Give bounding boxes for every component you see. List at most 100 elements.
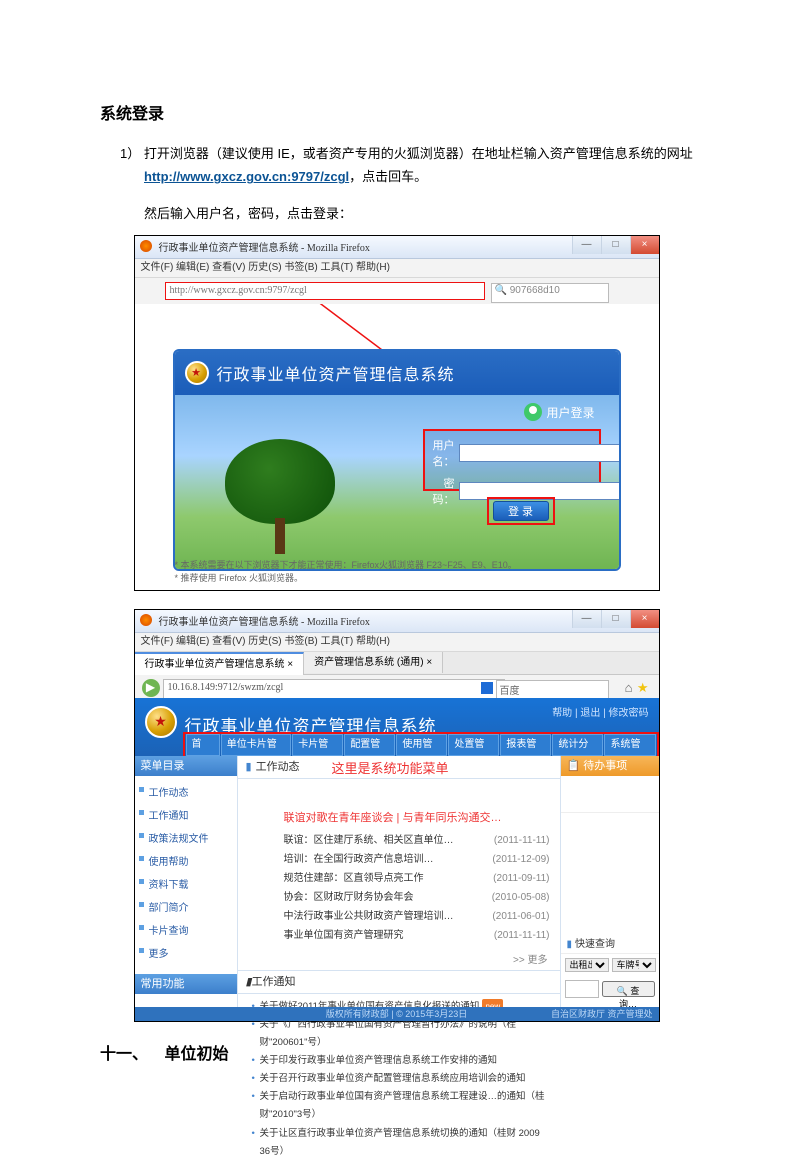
todo-title: 待办事项 (583, 760, 627, 772)
quicksearch-title: 快速查询 (575, 939, 615, 950)
minimize-icon[interactable]: — (572, 610, 601, 628)
sidebar-item[interactable]: 资料下载 (135, 872, 237, 895)
nav-item[interactable]: 卡片管理 (292, 734, 343, 756)
app-banner: 行政事业单位资产管理信息系统 帮助 | 退出 | 修改密码 首 页单位卡片管理卡… (135, 698, 659, 756)
username-label: 用户名： (433, 437, 455, 469)
nav-item[interactable]: 配置管理 (344, 734, 395, 756)
nav-item[interactable]: 系统管理 (604, 734, 655, 756)
notice-row[interactable]: 关于《广西行政事业单位国有资产管理暂行办法》的说明（桂财"200601"号） (252, 1016, 550, 1052)
annotation-text: 这里是系统功能菜单 (332, 758, 449, 777)
sidebar: 菜单目录 工作动态工作通知政策法规文件使用帮助资料下载部门简介卡片查询更多 常用… (135, 756, 237, 1007)
maximize-icon[interactable]: □ (601, 610, 630, 628)
screenshot-main: 行政事业单位资产管理信息系统 - Mozilla Firefox — □ × 文… (134, 609, 660, 1022)
sidebar-list: 工作动态工作通知政策法规文件使用帮助资料下载部门简介卡片查询更多 (135, 776, 237, 974)
sidebar-item[interactable]: 工作动态 (135, 780, 237, 803)
notice-row[interactable]: 关于印发行政事业单位资产管理信息系统工作安排的通知 (252, 1052, 550, 1070)
window-controls: — □ × (572, 236, 659, 254)
news-row[interactable]: 中法行政事业公共财政资产管理培训…(2011-06-01) (284, 907, 550, 926)
close-icon[interactable]: × (630, 610, 659, 628)
notice-row[interactable]: 关于启动行政事业单位国有资产管理信息系统工程建设…的通知（桂财"2010"3号） (252, 1088, 550, 1124)
pane-title: 工作动态 (256, 761, 300, 773)
menu-bar[interactable]: 文件(F) 编辑(E) 查看(V) 历史(S) 书签(B) 工具(T) 帮助(H… (135, 259, 659, 278)
banner-links[interactable]: 帮助 | 退出 | 修改密码 (552, 704, 648, 719)
emblem-icon (185, 361, 209, 385)
user-icon (524, 403, 542, 421)
bookmark-icon[interactable]: ★ (637, 680, 649, 696)
main-panel: ▮工作动态 这里是系统功能菜单 联谊对歌在青年座谈会 | 与青年同乐沟通交… 联… (237, 756, 560, 1007)
spacer (561, 813, 659, 933)
go-icon[interactable]: ▶ (142, 679, 160, 697)
sidebar-item[interactable]: 部门简介 (135, 895, 237, 918)
menu-bar[interactable]: 文件(F) 编辑(E) 查看(V) 历史(S) 书签(B) 工具(T) 帮助(H… (135, 633, 659, 652)
address-bar[interactable]: http://www.gxcz.gov.cn:9797/zcgl (165, 282, 485, 300)
news-top[interactable]: 联谊对歌在青年座谈会 | 与青年同乐沟通交… (284, 809, 550, 825)
user-login-text: 用户登录 (546, 404, 594, 421)
toolbar: http://www.gxcz.gov.cn:9797/zcgl 🔍 90766… (135, 278, 659, 307)
browser-tab[interactable]: 资产管理信息系统 (通用) × (304, 652, 443, 673)
sidebar-item[interactable]: 更多 (135, 941, 237, 964)
firefox-icon (140, 240, 152, 252)
step-text: ： (339, 206, 352, 221)
section-title: 单位初始 (164, 1046, 228, 1063)
nav-item[interactable]: 处置管理 (448, 734, 499, 756)
login-footnotes: * 本系统需要在以下浏览器下才能正常使用：Firefox火狐浏览器 F23~F2… (175, 559, 619, 584)
password-label: 密 码： (433, 475, 455, 507)
news-row[interactable]: 联谊：区住建厅系统、相关区直单位…(2011-11-11) (284, 831, 550, 850)
news-row[interactable]: 事业单位国有资产管理研究(2011-11-11) (284, 926, 550, 945)
login-button[interactable]: 登 录 (493, 501, 549, 521)
pane-header-notice: ▮工作通知 (238, 970, 560, 994)
close-icon[interactable]: × (630, 236, 659, 254)
home-icon[interactable]: ⌂ (625, 680, 633, 695)
credentials-highlight: 用户名： 密 码： (423, 429, 601, 491)
news-row[interactable]: 培训：在全国行政资产信息培训…(2011-12-09) (284, 850, 550, 869)
username-input[interactable] (459, 444, 621, 462)
news-row[interactable]: 协会：区财政厅财务协会年会(2010-05-08) (284, 888, 550, 907)
sidebar-item[interactable]: 卡片查询 (135, 918, 237, 941)
login-button-highlight: 登 录 (487, 497, 555, 525)
minimize-icon[interactable]: — (572, 236, 601, 254)
search-button[interactable]: 🔍 查询… (602, 981, 655, 997)
more-link[interactable]: >> 更多 (238, 951, 560, 966)
footer-text: 版权所有财政部 | © 2015年3月23日 (326, 1009, 468, 1019)
search-field-select[interactable]: 车牌号 (612, 958, 656, 972)
notice-row[interactable]: 关于召开行政事业单位资产配置管理信息系统应用培训会的通知 (252, 1070, 550, 1088)
app-footer: 版权所有财政部 | © 2015年3月23日 自治区财政厅 资产管理处 (135, 1007, 659, 1021)
nav-item[interactable]: 统计分析 (552, 734, 603, 756)
section-number: 十一、 (100, 1040, 160, 1064)
notice-row[interactable]: 关于让区直行政事业单位资产管理信息系统切换的通知（桂财 2009 36号） (252, 1125, 550, 1161)
quicksearch-form: 出租出… 车牌号 (561, 954, 659, 976)
content-area: 菜单目录 工作动态工作通知政策法规文件使用帮助资料下载部门简介卡片查询更多 常用… (135, 756, 659, 1007)
sidebar-item[interactable]: 工作通知 (135, 803, 237, 826)
news-list: 联谊对歌在青年座谈会 | 与青年同乐沟通交… 联谊：区住建厅系统、相关区直单位…… (238, 779, 560, 951)
page-viewport: 行政事业单位资产管理信息系统 用户登录 用户名： 密 码： 登 录 (135, 304, 659, 590)
search-type-select[interactable]: 出租出… (565, 958, 609, 972)
step-text: 然后输入用户名，密码，点击 (144, 206, 313, 221)
step-1: 1） 打开浏览器（建议使用 IE，或者资产专用的火狐浏览器）在地址栏输入资产管理… (120, 142, 733, 189)
sidebar-item[interactable]: 政策法规文件 (135, 826, 237, 849)
app-viewport: 行政事业单位资产管理信息系统 帮助 | 退出 | 修改密码 首 页单位卡片管理卡… (135, 698, 659, 1021)
browser-tab-active[interactable]: 行政事业单位资产管理信息系统 × (135, 652, 305, 675)
news-row[interactable]: 规范住建部：区直领导点亮工作(2011-09-11) (284, 869, 550, 888)
search-box[interactable]: 🔍 907668d10 (491, 283, 609, 303)
nav-item[interactable]: 使用管理 (396, 734, 447, 756)
system-url: http://www.gxcz.gov.cn:9797/zcgl (144, 169, 349, 184)
nav-item[interactable]: 单位卡片管理 (221, 734, 292, 756)
footer-right: 自治区财政厅 资产管理处 (551, 1007, 653, 1021)
todo-header: 📋 待办事项 (561, 756, 659, 776)
login-panel: 行政事业单位资产管理信息系统 用户登录 用户名： 密 码： 登 录 (173, 349, 621, 571)
sidebar-header-2: 常用功能 (135, 974, 237, 994)
nav-item[interactable]: 首 页 (186, 734, 220, 756)
nav-item[interactable]: 报表管理 (500, 734, 551, 756)
address-text: 10.16.8.149:9712/swzm/zcgl (168, 682, 284, 693)
step-1-line2: 然后输入用户名，密码，点击登录： (144, 202, 733, 225)
window-controls: — □ × (572, 610, 659, 628)
login-banner: 行政事业单位资产管理信息系统 (175, 351, 619, 395)
search-box[interactable]: 百度 (496, 680, 609, 700)
sidebar-item[interactable]: 使用帮助 (135, 849, 237, 872)
search-value-input[interactable] (565, 980, 599, 998)
quicksearch-header: ▮快速查询 (561, 933, 659, 954)
pane-title: 工作通知 (252, 976, 296, 988)
step-text: 1） 打开浏览器（建议使用 IE，或者资产专用的火狐浏览器）在地址栏输入资产管理… (120, 146, 693, 161)
right-column: 📋 待办事项 ▮快速查询 出租出… 车牌号 🔍 查询… (560, 756, 659, 1007)
maximize-icon[interactable]: □ (601, 236, 630, 254)
